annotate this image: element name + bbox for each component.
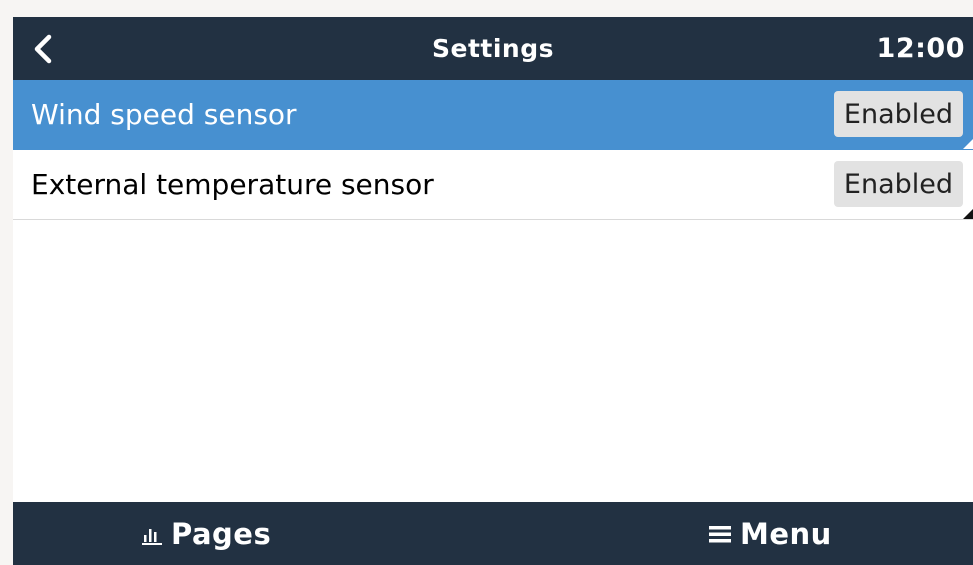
list-item-value: Enabled xyxy=(833,91,963,137)
header-bar: Settings 12:00 xyxy=(13,17,973,80)
settings-list: Wind speed sensor Enabled External tempe… xyxy=(13,80,973,220)
bar-chart-icon xyxy=(142,528,162,545)
edit-corner-indicator xyxy=(963,209,973,219)
pages-label: Pages xyxy=(171,516,272,551)
list-item-label: Wind speed sensor xyxy=(31,98,297,131)
menu-button[interactable]: Menu xyxy=(708,502,832,565)
list-item-value: Enabled xyxy=(833,161,963,207)
clock: 12:00 xyxy=(876,33,965,64)
list-item-wind-speed-sensor[interactable]: Wind speed sensor Enabled xyxy=(13,80,973,150)
footer-bar: Pages Menu xyxy=(13,502,973,565)
list-item-label: External temperature sensor xyxy=(31,168,434,201)
edit-corner-indicator xyxy=(963,139,973,149)
pages-button[interactable]: Pages xyxy=(141,502,271,565)
page-title: Settings xyxy=(431,34,554,63)
settings-screen: Settings 12:00 Wind speed sensor Enabled… xyxy=(13,17,973,565)
list-item-external-temperature-sensor[interactable]: External temperature sensor Enabled xyxy=(13,150,973,220)
hamburger-menu-icon xyxy=(709,525,731,542)
menu-label: Menu xyxy=(740,516,832,551)
